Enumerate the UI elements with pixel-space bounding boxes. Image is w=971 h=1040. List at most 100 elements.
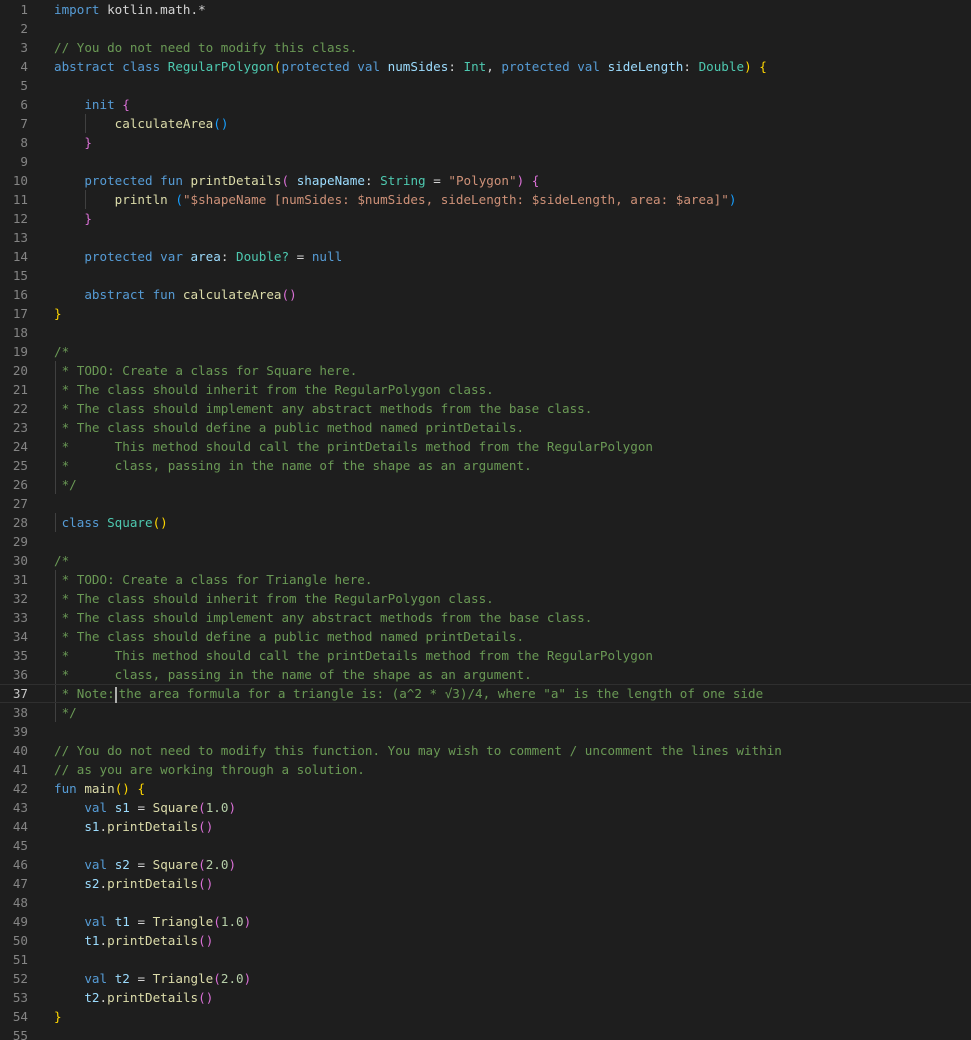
code-line[interactable]: 46 val s2 = Square(2.0) [0,855,971,874]
code-token: String [380,173,426,188]
code-line[interactable]: 5 [0,76,971,95]
code-line[interactable]: 16 abstract fun calculateArea() [0,285,971,304]
line-number: 34 [12,629,28,644]
code-line[interactable]: 43 val s1 = Square(1.0) [0,798,971,817]
code-line[interactable]: 17} [0,304,971,323]
code-token: * The class should inherit from the Regu… [54,382,494,397]
code-line[interactable]: 45 [0,836,971,855]
code-line[interactable]: 47 s2.printDetails() [0,874,971,893]
code-line[interactable]: 51 [0,950,971,969]
code-line[interactable]: 31 * TODO: Create a class for Triangle h… [0,570,971,589]
code-line[interactable]: 26 */ [0,475,971,494]
code-line[interactable]: 52 val t2 = Triangle(2.0) [0,969,971,988]
code-editor[interactable]: 1 import kotlin.math.* 2 3// You do not nee… [0,0,971,1040]
code-line[interactable]: 33 * The class should implement any abst… [0,608,971,627]
line-number: 37 [12,686,28,701]
code-text: * TODO: Create a class for Triangle here… [54,570,373,589]
code-line[interactable]: 32 * The class should inherit from the R… [0,589,971,608]
code-line[interactable]: 3 // You do not need to modify this class… [0,38,971,57]
code-line[interactable]: 41 // as you are working through a soluti… [0,760,971,779]
code-line[interactable]: 55 [0,1026,971,1040]
code-line[interactable]: 49 val t1 = Triangle(1.0) [0,912,971,931]
code-line[interactable]: 37 * Note: the area formula for a triangl… [0,684,971,703]
code-token: * class, passing in the name of the shap… [54,458,532,473]
code-token: ) [744,59,752,74]
code-token: Double? [236,249,290,264]
line-number: 24 [12,439,28,454]
code-line[interactable]: 23 * The class should define a public me… [0,418,971,437]
code-line[interactable]: 53 t2.printDetails() [0,988,971,1007]
code-line[interactable]: 13 [0,228,971,247]
code-line[interactable]: 27 [0,494,971,513]
code-token: () [198,819,214,834]
code-token: the area formula for a triangle is: (a^2… [118,686,764,701]
code-line[interactable]: 6 init { [0,95,971,114]
code-token: * The class should implement any abstrac… [54,610,593,625]
code-line[interactable]: 19 /* [0,342,971,361]
line-number: 52 [12,971,28,986]
code-line[interactable]: 36 * class, passing in the name of the s… [0,665,971,684]
code-line[interactable]: 11 println ("$shapeName [numSides: $numS… [0,190,971,209]
code-line[interactable]: 48 [0,893,971,912]
code-token: * This method should call the printDetai… [54,648,653,663]
code-token: calculateArea [114,116,214,131]
code-token: { [759,59,767,74]
code-token: Square [152,800,199,815]
line-number: 16 [12,287,28,302]
code-token: : [364,173,381,188]
code-line[interactable]: 39 [0,722,971,741]
code-line[interactable]: 44 s1.printDetails() [0,817,971,836]
code-token: Double [698,59,745,74]
code-text: * class, passing in the name of the shap… [54,456,532,475]
code-token: () [213,116,229,131]
line-number: 7 [20,116,28,131]
code-line[interactable]: 38 */ [0,703,971,722]
code-token: { [122,97,130,112]
code-token: ) [228,800,237,815]
code-token: s1 [114,800,130,815]
code-token: * The class should implement any abstrac… [54,401,593,416]
code-line[interactable]: 35 * This method should call the printDe… [0,646,971,665]
code-line[interactable]: 9 [0,152,971,171]
code-token: t1 [114,914,130,929]
code-line[interactable]: 34 * The class should define a public me… [0,627,971,646]
code-line[interactable]: 18 [0,323,971,342]
code-line[interactable]: 30 /* [0,551,971,570]
code-line[interactable]: 50 t1.printDetails() [0,931,971,950]
code-line[interactable]: 10 protected fun printDetails( shapeName… [0,171,971,190]
code-line[interactable]: 42 fun main() { [0,779,971,798]
code-line[interactable]: 12 } [0,209,971,228]
code-line[interactable]: 21 * The class should inherit from the R… [0,380,971,399]
code-line[interactable]: 15 [0,266,971,285]
code-token: kotlin.math.* [99,2,206,17]
code-token: () [198,990,214,1005]
code-line[interactable]: 40 // You do not need to modify this func… [0,741,971,760]
code-token: ( [198,857,206,872]
code-token: sideLength [607,59,684,74]
code-line[interactable]: 1 import kotlin.math.* [0,0,971,19]
code-line[interactable]: 14 protected var area: Double? = null [0,247,971,266]
code-token: () [114,781,130,796]
code-token: * This method should call the printDetai… [54,439,653,454]
code-text: } [54,209,92,228]
code-line[interactable]: 22 * The class should implement any abst… [0,399,971,418]
code-token: printDetails [107,933,199,948]
code-line[interactable]: 28 class Square() [0,513,971,532]
code-line[interactable]: 24 * This method should call the printDe… [0,437,971,456]
code-line[interactable]: 2 [0,19,971,38]
code-line[interactable]: 25 * class, passing in the name of the s… [0,456,971,475]
code-token: { [137,781,146,796]
code-line[interactable]: 4 abstract class RegularPolygon(protected… [0,57,971,76]
code-line[interactable]: 29 [0,532,971,551]
line-number: 9 [20,154,28,169]
code-line[interactable]: 20 * TODO: Create a class for Square her… [0,361,971,380]
code-line[interactable]: 8 } [0,133,971,152]
code-line[interactable]: 7 calculateArea() [0,114,971,133]
text-cursor [114,686,117,703]
code-text: protected fun printDetails( shapeName: S… [54,171,539,190]
code-line[interactable]: 54} [0,1007,971,1026]
